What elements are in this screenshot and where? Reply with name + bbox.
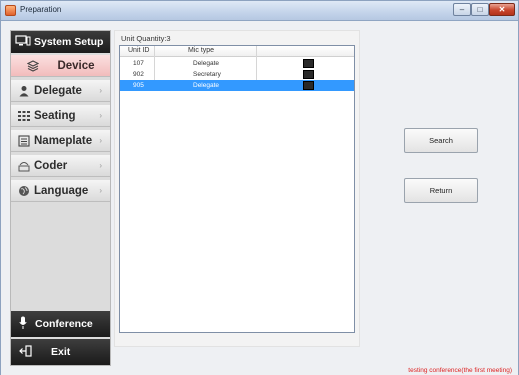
conference-label: Conference	[35, 318, 93, 330]
mic-status-icon	[303, 59, 314, 68]
microphone-icon	[19, 316, 27, 333]
table-row[interactable]: 107 Delegate	[120, 58, 354, 69]
sidebar-item-label: Language	[34, 184, 89, 197]
chevron-right-icon: ›	[99, 161, 102, 170]
conference-button[interactable]: Conference	[11, 311, 110, 337]
unit-id-cell: 107	[133, 60, 144, 67]
return-button[interactable]: Return	[404, 178, 478, 203]
mic-type-cell: Delegate	[193, 82, 220, 89]
table-row[interactable]: 905 Delegate	[120, 80, 354, 91]
sidebar-item-nameplate[interactable]: Nameplate ›	[11, 130, 110, 152]
seating-grid-icon	[17, 109, 30, 122]
maximize-button[interactable]: □	[471, 3, 489, 16]
sidebar-item-label: Device	[57, 59, 95, 72]
unit-id-cell: 902	[133, 71, 144, 78]
mic-status-icon	[303, 81, 314, 90]
preparation-window: Preparation – □ ✕ System Setup Device De…	[0, 0, 519, 375]
monitor-icon	[15, 34, 31, 50]
unit-id-cell: 905	[133, 82, 144, 89]
mic-type-cell: Delegate	[193, 60, 220, 67]
sidebar-item-label: Nameplate	[34, 134, 93, 147]
sidebar-header-label: System Setup	[34, 36, 104, 48]
person-icon	[17, 84, 30, 97]
nameplate-icon	[17, 134, 30, 147]
globe-icon	[17, 184, 30, 197]
mic-status-icon	[303, 70, 314, 79]
exit-door-icon	[19, 344, 33, 360]
sidebar-item-label: Delegate	[34, 84, 82, 97]
chevron-right-icon: ›	[99, 136, 102, 145]
device-table[interactable]: Unit ID Mic type 107 Delegate 902 Secret…	[119, 45, 355, 333]
device-panel: Unit Quantity:3 Unit ID Mic type 107 Del…	[114, 30, 360, 347]
meeting-status-text: testing conference(the first meeting)	[408, 367, 512, 374]
exit-button[interactable]: Exit	[11, 339, 110, 365]
table-row[interactable]: 902 Secretary	[120, 69, 354, 80]
sidebar-item-language[interactable]: Language ›	[11, 180, 110, 202]
unit-quantity-label: Unit Quantity:3	[121, 34, 171, 43]
mic-type-cell: Secretary	[193, 71, 221, 78]
sidebar-item-label: Coder	[34, 159, 68, 172]
close-button[interactable]: ✕	[489, 3, 515, 16]
sidebar-item-label: Seating	[34, 109, 76, 122]
title-bar: Preparation – □ ✕	[1, 1, 518, 21]
sidebar-header: System Setup	[11, 31, 110, 53]
chevron-right-icon: ›	[99, 111, 102, 120]
search-button[interactable]: Search	[404, 128, 478, 153]
sidebar: System Setup Device Delegate › Seating ›	[10, 30, 111, 366]
sidebar-item-device[interactable]: Device	[11, 55, 110, 77]
sidebar-item-coder[interactable]: Coder ›	[11, 155, 110, 177]
exit-label: Exit	[51, 346, 71, 358]
sidebar-item-delegate[interactable]: Delegate ›	[11, 80, 110, 102]
layers-icon	[26, 59, 39, 72]
chevron-right-icon: ›	[99, 186, 102, 195]
coder-icon	[17, 159, 30, 172]
column-header-unit-id[interactable]: Unit ID	[128, 47, 149, 54]
minimize-button[interactable]: –	[453, 3, 471, 16]
app-icon	[5, 5, 16, 16]
status-bar: testing conference(the first meeting)	[1, 367, 518, 375]
column-header-mic-type[interactable]: Mic type	[188, 47, 214, 54]
table-header: Unit ID Mic type	[120, 46, 354, 57]
chevron-right-icon: ›	[99, 86, 102, 95]
window-title: Preparation	[20, 5, 62, 14]
sidebar-item-seating[interactable]: Seating ›	[11, 105, 110, 127]
